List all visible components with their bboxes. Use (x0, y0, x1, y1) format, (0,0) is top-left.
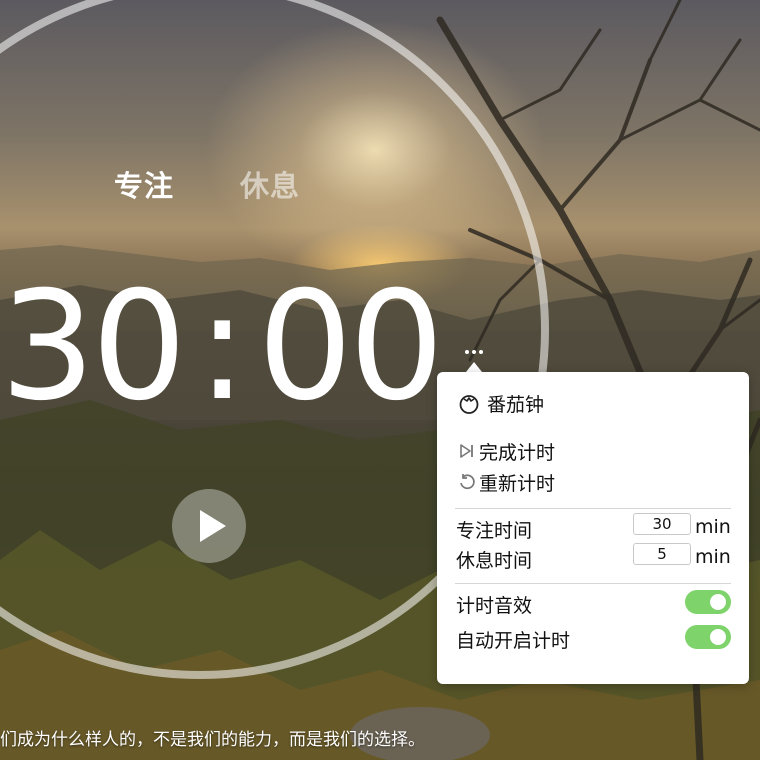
timer-seconds: 00 (257, 260, 444, 434)
more-dots-icon[interactable] (463, 346, 485, 358)
panel-title: 番茄钟 (457, 390, 544, 416)
restart-timer-label: 重新计时 (479, 472, 556, 495)
auto-start-toggle[interactable] (685, 625, 731, 649)
focus-time-input[interactable] (633, 513, 691, 535)
panel-caret (466, 362, 482, 372)
restart-timer-action[interactable]: 重新计时 (457, 469, 555, 495)
auto-start-label: 自动开启计时 (456, 630, 571, 652)
tab-focus[interactable]: 专注 (114, 163, 174, 205)
timer-minutes: 30 (0, 260, 187, 434)
countdown-display: 30:00 (0, 260, 444, 434)
timer-separator: : (196, 260, 248, 434)
divider (455, 583, 731, 584)
dot (479, 350, 483, 354)
play-icon (200, 510, 226, 542)
divider (455, 508, 731, 509)
dot (465, 350, 469, 354)
toggle-knob (710, 594, 726, 610)
rest-time-input[interactable] (633, 543, 691, 565)
focus-time-label: 专注时间 (456, 520, 533, 542)
panel-title-label: 番茄钟 (487, 393, 545, 416)
play-button[interactable] (172, 489, 246, 563)
timer-sound-label: 计时音效 (456, 595, 533, 617)
settings-popover: 番茄钟 完成计时 重新计时 专注时间 min 休息时间 min 计时音效 自动开… (437, 372, 749, 684)
timer-sound-toggle[interactable] (685, 590, 731, 614)
refresh-icon (460, 474, 475, 490)
quote-text: 们成为什么样人的，不是我们的能力，而是我们的选择。 (0, 730, 425, 750)
focus-time-unit: min (695, 516, 731, 538)
toggle-knob (710, 629, 726, 645)
rest-time-unit: min (695, 546, 731, 568)
finish-timer-label: 完成计时 (479, 441, 556, 464)
tab-rest[interactable]: 休息 (240, 163, 300, 205)
dot (472, 350, 476, 354)
tomato-icon (459, 395, 479, 414)
finish-timer-action[interactable]: 完成计时 (457, 438, 555, 464)
skip-end-icon (460, 444, 473, 458)
rest-time-label: 休息时间 (456, 550, 533, 572)
